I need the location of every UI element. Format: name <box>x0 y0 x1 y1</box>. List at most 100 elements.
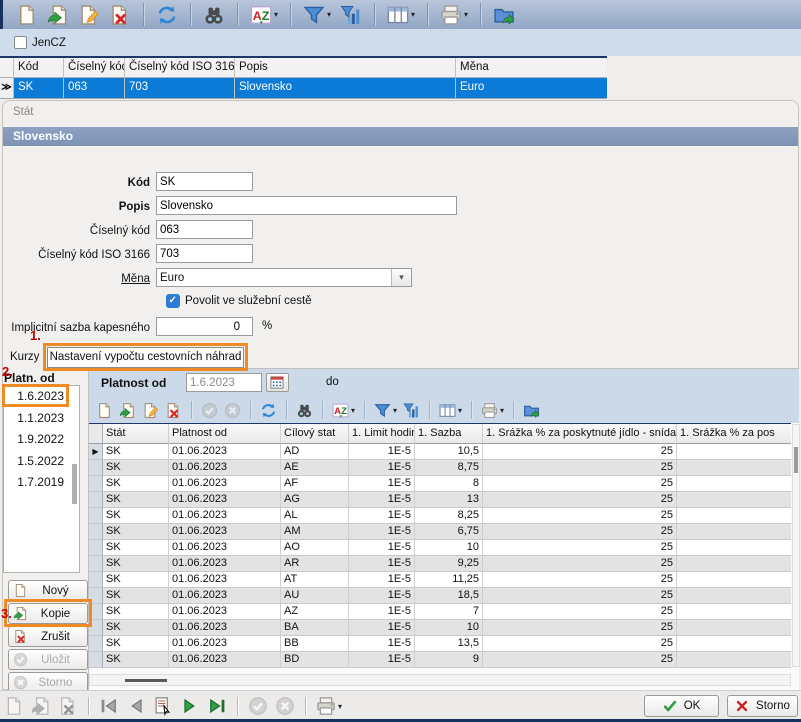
dropdown-arrow-icon[interactable]: ▾ <box>392 406 397 415</box>
nav-first-button[interactable] <box>98 695 120 717</box>
storno-button[interactable]: Storno <box>727 695 798 717</box>
edit-button[interactable] <box>141 401 160 420</box>
dropdown-arrow-icon[interactable]: ▾ <box>457 406 462 415</box>
sort-az-button[interactable]: AZ▾ <box>331 401 356 420</box>
tab-kurzy[interactable]: Kurzy <box>10 351 39 363</box>
zrusit-button[interactable]: Zrušit <box>8 626 88 647</box>
date-item[interactable]: 1.5.2022 <box>4 451 79 473</box>
delete-button[interactable] <box>108 3 132 27</box>
find-button[interactable] <box>295 401 314 420</box>
column-header[interactable]: Cílový stat <box>281 424 349 444</box>
table-row[interactable]: SK01.06.2023AF1E-5825 <box>89 476 791 492</box>
column-header[interactable]: Stát <box>103 424 169 444</box>
table-row[interactable]: SK01.06.2023AG1E-51325 <box>89 492 791 508</box>
dropdown-arrow-icon[interactable]: ▾ <box>410 10 415 19</box>
table-row[interactable]: SK01.06.2023BD1E-5925 <box>89 652 791 668</box>
popis-field[interactable] <box>156 196 457 215</box>
print-button[interactable]: ▾ <box>315 695 343 717</box>
hscroll-thumb[interactable] <box>125 679 167 682</box>
table-row[interactable]: ≫ SK 063 703 Slovensko Euro <box>0 78 607 98</box>
dropdown-arrow-icon[interactable]: ▾ <box>463 10 468 19</box>
mena-combo[interactable]: Euro ▾ <box>156 268 412 287</box>
column-header[interactable]: 1. Srážka % za poskytnuté jídlo - snídan… <box>483 424 677 444</box>
rates-grid-vscrollbar[interactable] <box>792 424 800 667</box>
refresh-button[interactable] <box>259 401 278 420</box>
nav-prev-button[interactable] <box>125 695 147 717</box>
date-item[interactable]: 1.1.2023 <box>4 408 79 430</box>
ciselny-kod-field[interactable] <box>156 220 253 239</box>
copy-button[interactable] <box>118 401 137 420</box>
filter-button[interactable]: ▾ <box>302 3 332 27</box>
table-row[interactable]: SK01.06.2023AZ1E-5725 <box>89 604 791 620</box>
find-button[interactable] <box>202 3 226 27</box>
print-button[interactable]: ▾ <box>480 401 505 420</box>
filter-button[interactable]: ▾ <box>373 401 398 420</box>
column-header[interactable]: 1. Sazba <box>415 424 483 444</box>
nav-last-button[interactable] <box>206 695 228 717</box>
calendar-button[interactable] <box>266 373 289 392</box>
table-row[interactable]: SK01.06.2023BB1E-513,525 <box>89 636 791 652</box>
date-item[interactable]: 1.6.2023 <box>4 386 79 408</box>
table-row[interactable]: SK01.06.2023AR1E-59,2525 <box>89 556 791 572</box>
new-button[interactable] <box>95 401 114 420</box>
delete-button[interactable] <box>164 401 183 420</box>
column-header[interactable]: 1. Srážka % za pos <box>677 424 791 444</box>
date-item[interactable]: 1.9.2022 <box>4 429 79 451</box>
filter-columns-button[interactable] <box>339 3 363 27</box>
table-row[interactable]: SK01.06.2023AU1E-518,525 <box>89 588 791 604</box>
columns-button[interactable]: ▾ <box>438 401 463 420</box>
sort-az-button[interactable]: AZ▾ <box>249 3 279 27</box>
ok-button[interactable]: OK <box>644 695 719 717</box>
rates-grid-hscrollbar[interactable] <box>89 674 791 686</box>
mena-label[interactable]: Měna <box>0 271 150 287</box>
sazba-field[interactable] <box>156 317 253 336</box>
record-view-button[interactable] <box>152 695 174 717</box>
table-row[interactable]: ▶SK01.06.2023AD1E-510,525 <box>89 444 791 460</box>
table-row[interactable]: SK01.06.2023AL1E-58,2525 <box>89 508 791 524</box>
copy-button[interactable] <box>46 3 70 27</box>
date-item[interactable]: 1.7.2019 <box>4 472 79 494</box>
table-row[interactable]: SK01.06.2023AE1E-58,7525 <box>89 460 791 476</box>
dropdown-arrow-icon[interactable]: ▾ <box>273 10 278 19</box>
col-ciselny-kod[interactable]: Číselný kód <box>64 58 125 78</box>
kopie-button[interactable]: Kopie <box>8 603 88 624</box>
page-delete-icon <box>165 402 182 419</box>
new-button[interactable] <box>15 3 39 27</box>
table-row[interactable]: SK01.06.2023AT1E-511,2525 <box>89 572 791 588</box>
row-indicator <box>89 492 103 508</box>
platnost-od-field[interactable] <box>186 373 262 392</box>
column-header[interactable]: 1. Limit hodin <box>349 424 415 444</box>
export-button[interactable] <box>492 3 516 27</box>
povolit-checkbox[interactable] <box>166 294 180 308</box>
kod-field[interactable] <box>156 172 253 191</box>
edit-button[interactable] <box>77 3 101 27</box>
dropdown-arrow-icon[interactable]: ▾ <box>499 406 504 415</box>
table-row[interactable]: SK01.06.2023AM1E-56,7525 <box>89 524 791 540</box>
novy-button[interactable]: Nový <box>8 580 88 601</box>
cell <box>677 540 791 556</box>
col-kod[interactable]: Kód <box>14 58 64 78</box>
dropdown-arrow-icon[interactable]: ▾ <box>337 702 342 711</box>
column-header[interactable]: Platnost od <box>169 424 281 444</box>
jencz-checkbox[interactable] <box>14 36 27 49</box>
col-mena[interactable]: Měna <box>456 58 607 78</box>
columns-button[interactable]: ▾ <box>386 3 416 27</box>
filter-columns-button[interactable] <box>402 401 421 420</box>
vscroll-thumb[interactable] <box>794 447 798 473</box>
dropdown-arrow-icon[interactable]: ▾ <box>350 406 355 415</box>
print-button[interactable]: ▾ <box>439 3 469 27</box>
col-popis[interactable]: Popis <box>235 58 456 78</box>
export-button[interactable] <box>522 401 541 420</box>
refresh-button[interactable] <box>155 3 179 27</box>
iso-field[interactable] <box>156 244 253 263</box>
dates-list-header[interactable]: Platn. od <box>4 371 76 385</box>
nav-next-button[interactable] <box>179 695 201 717</box>
table-row[interactable]: SK01.06.2023AO1E-51025 <box>89 540 791 556</box>
table-row[interactable]: SK01.06.2023BA1E-51025 <box>89 620 791 636</box>
tab-nastaveni-vypoctu[interactable]: Nastavení vypočtu cestovních náhrad <box>47 347 244 368</box>
nav-prev-icon <box>126 696 146 716</box>
col-iso[interactable]: Číselný kód ISO 3166 <box>125 58 235 78</box>
chevron-down-icon[interactable]: ▾ <box>391 269 411 286</box>
dropdown-arrow-icon[interactable]: ▾ <box>326 10 331 19</box>
dates-scrollbar[interactable] <box>72 464 77 504</box>
